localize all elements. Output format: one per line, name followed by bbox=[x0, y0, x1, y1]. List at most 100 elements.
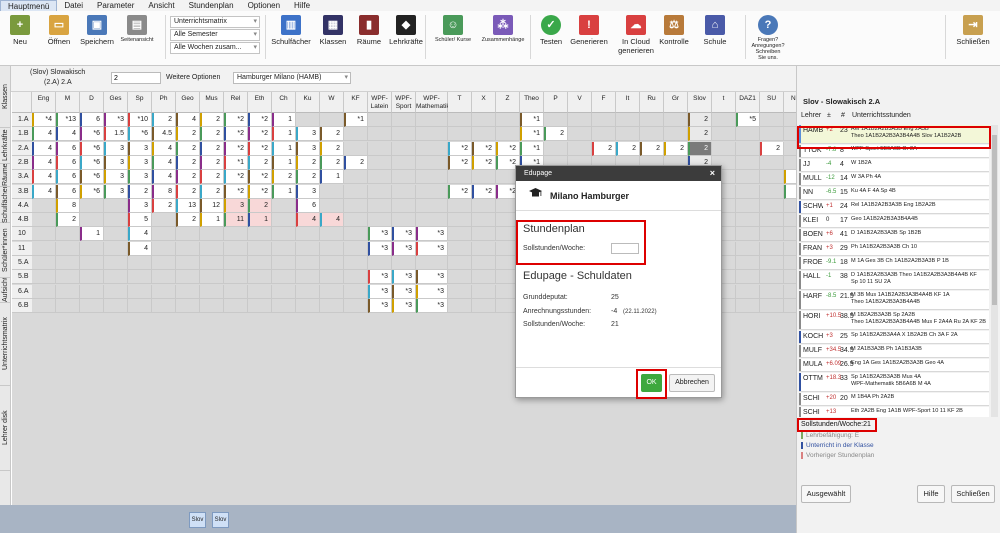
grid-cell[interactable]: 1 bbox=[272, 141, 296, 156]
grid-cell[interactable] bbox=[616, 113, 640, 127]
grid-cell[interactable]: 2 bbox=[152, 113, 176, 127]
grid-cell[interactable] bbox=[568, 127, 592, 142]
grid-cell[interactable]: 3 bbox=[296, 127, 320, 142]
column-header[interactable]: KF bbox=[344, 92, 368, 113]
grid-cell[interactable] bbox=[736, 127, 760, 142]
grid-cell[interactable]: 4 bbox=[128, 227, 152, 242]
grid-cell[interactable] bbox=[368, 256, 392, 270]
grid-cell[interactable]: 2 bbox=[176, 170, 200, 185]
grid-cell[interactable] bbox=[392, 184, 416, 199]
grid-cell[interactable]: 5 bbox=[128, 213, 152, 228]
grid-cell[interactable]: *4 bbox=[32, 113, 56, 127]
grid-cell[interactable] bbox=[296, 256, 320, 270]
selected-button[interactable]: Ausgewählt bbox=[801, 485, 851, 503]
grid-cell[interactable]: 2 bbox=[272, 170, 296, 185]
grid-cell[interactable] bbox=[320, 256, 344, 270]
grid-cell[interactable] bbox=[320, 184, 344, 199]
vertical-tab[interactable]: Räume bbox=[0, 164, 11, 187]
grid-cell[interactable] bbox=[200, 256, 224, 270]
column-header[interactable]: DAZ1 bbox=[736, 92, 760, 113]
grid-cell[interactable] bbox=[344, 284, 368, 299]
menu-item[interactable]: Ansicht bbox=[141, 0, 181, 11]
grid-cell[interactable]: *5 bbox=[736, 113, 760, 127]
ribbon-button[interactable]: ⚖ Kontrolle bbox=[657, 15, 691, 46]
grid-cell[interactable]: *6 bbox=[80, 170, 104, 185]
grid-cell[interactable]: 13 bbox=[176, 198, 200, 213]
grid-cell[interactable] bbox=[248, 298, 272, 313]
grid-cell[interactable] bbox=[448, 213, 472, 228]
ribbon-button[interactable]: ▣ Speichern bbox=[78, 15, 116, 46]
grid-cell[interactable] bbox=[592, 113, 616, 127]
ribbon-button[interactable]: ◆ Lehrkräfte bbox=[388, 15, 424, 46]
teacher-row[interactable]: HORI +10.5 38.5 M 1B2A2B3A3B Sp 2A2B Theo 1A… bbox=[799, 311, 989, 330]
grid-cell[interactable] bbox=[80, 198, 104, 213]
grid-cell[interactable] bbox=[104, 213, 128, 228]
column-header[interactable]: Geo bbox=[176, 92, 200, 113]
grid-cell[interactable]: 3 bbox=[128, 155, 152, 170]
grid-cell[interactable] bbox=[296, 241, 320, 256]
grid-cell[interactable]: *1 bbox=[520, 113, 544, 127]
grid-cell[interactable]: *2 bbox=[472, 141, 496, 156]
teacher-row[interactable]: SCHW +1 24 Rel 1A1B2A2B3A3B Eng 1B2A2B bbox=[799, 201, 989, 214]
column-header[interactable]: Slov bbox=[688, 92, 712, 113]
grid-cell[interactable] bbox=[80, 213, 104, 228]
grid-cell[interactable]: 4 bbox=[56, 127, 80, 142]
grid-cell[interactable] bbox=[200, 270, 224, 285]
grid-cell[interactable]: 3 bbox=[104, 184, 128, 199]
grid-cell[interactable]: *1 bbox=[344, 113, 368, 127]
grid-cell[interactable] bbox=[640, 113, 664, 127]
grid-cell[interactable] bbox=[344, 198, 368, 213]
grid-cell[interactable]: 1.5 bbox=[104, 127, 128, 142]
grid-cell[interactable]: 6 bbox=[56, 170, 80, 185]
grid-cell[interactable]: *2 bbox=[472, 184, 496, 199]
grid-cell[interactable]: 2 bbox=[200, 113, 224, 127]
grid-cell[interactable]: *2 bbox=[496, 141, 520, 156]
grid-cell[interactable]: *3 bbox=[416, 270, 448, 285]
grid-cell[interactable]: *6 bbox=[128, 127, 152, 142]
grid-cell[interactable]: *3 bbox=[368, 284, 392, 299]
grid-cell[interactable]: *2 bbox=[224, 141, 248, 156]
grid-cell[interactable] bbox=[760, 213, 784, 228]
vertical-tab[interactable]: Aufsicht bbox=[0, 278, 11, 303]
grid-cell[interactable] bbox=[344, 213, 368, 228]
grid-cell[interactable] bbox=[56, 227, 80, 242]
grid-cell[interactable] bbox=[104, 198, 128, 213]
grid-cell[interactable] bbox=[296, 270, 320, 285]
grid-cell[interactable] bbox=[368, 113, 392, 127]
ribbon-button[interactable]: ▥ Schulfächer bbox=[271, 15, 311, 46]
grid-cell[interactable]: 2 bbox=[176, 213, 200, 228]
grid-cell[interactable]: 2 bbox=[760, 141, 784, 156]
grid-cell[interactable] bbox=[272, 198, 296, 213]
grid-cell[interactable] bbox=[760, 198, 784, 213]
grid-cell[interactable] bbox=[272, 213, 296, 228]
grid-cell[interactable]: *1 bbox=[520, 141, 544, 156]
grid-cell[interactable] bbox=[392, 127, 416, 142]
teacher-row[interactable]: MULF +34.5 34.5 M 2A1B3A3B Ph 1A1B3A3B bbox=[799, 345, 989, 358]
grid-cell[interactable] bbox=[344, 184, 368, 199]
grid-cell[interactable]: *1 bbox=[224, 155, 248, 170]
grid-cell[interactable]: *2 bbox=[248, 127, 272, 142]
grid-cell[interactable]: *3 bbox=[368, 227, 392, 242]
grid-cell[interactable] bbox=[472, 256, 496, 270]
grid-cell[interactable] bbox=[344, 241, 368, 256]
grid-cell[interactable] bbox=[640, 127, 664, 142]
grid-cell[interactable]: 2 bbox=[152, 198, 176, 213]
column-header[interactable]: Eth bbox=[248, 92, 272, 113]
grid-cell[interactable]: *3 bbox=[416, 284, 448, 299]
grid-cell[interactable]: 2 bbox=[320, 155, 344, 170]
grid-cell[interactable] bbox=[248, 256, 272, 270]
grid-cell[interactable] bbox=[200, 298, 224, 313]
column-header[interactable]: D bbox=[80, 92, 104, 113]
grid-cell[interactable]: 4 bbox=[32, 141, 56, 156]
ribbon-button[interactable]: ⇥ Schließen bbox=[955, 15, 991, 46]
view-select[interactable]: Alle Semester ▾ bbox=[170, 29, 260, 41]
ribbon-button[interactable]: ? Fragen? Anregungen? Schreiben Sie uns. bbox=[751, 15, 785, 61]
grid-cell[interactable] bbox=[272, 256, 296, 270]
row-label[interactable]: 6.B bbox=[12, 298, 32, 313]
column-header[interactable]: t bbox=[712, 92, 736, 113]
grid-cell[interactable]: 2 bbox=[200, 127, 224, 142]
grid-cell[interactable] bbox=[448, 127, 472, 142]
grid-cell[interactable] bbox=[760, 113, 784, 127]
grid-cell[interactable]: 2 bbox=[320, 127, 344, 142]
grid-cell[interactable]: 4 bbox=[176, 113, 200, 127]
